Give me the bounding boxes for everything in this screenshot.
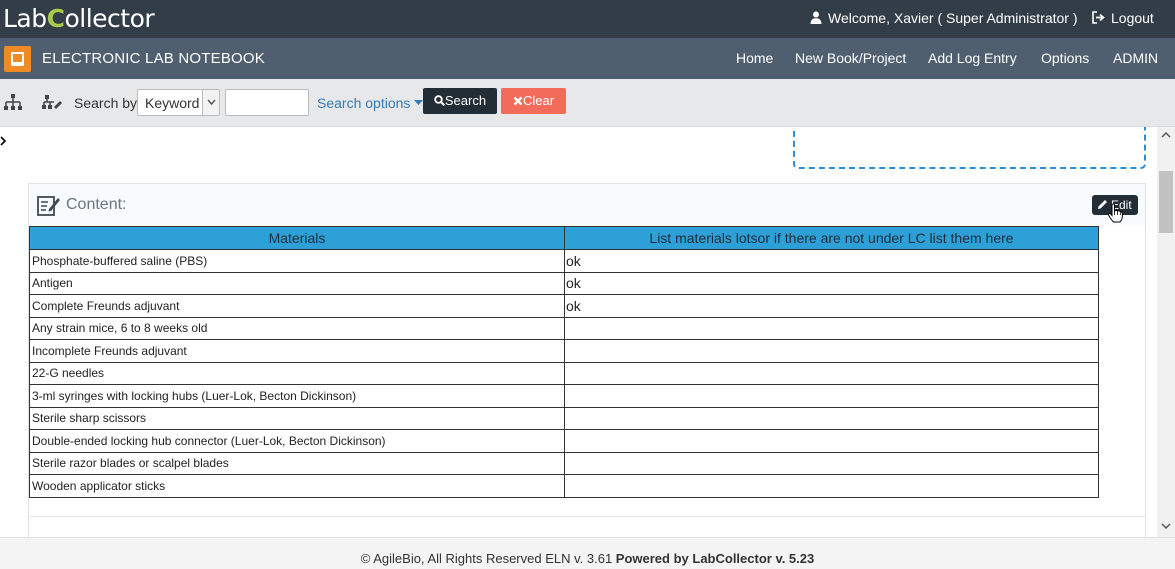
vertical-scrollbar[interactable] — [1157, 127, 1175, 537]
search-icon — [434, 95, 445, 107]
nav-options[interactable]: Options — [1041, 50, 1089, 66]
logout-link[interactable]: Logout — [1092, 9, 1154, 27]
content-area: Content: Edit Materials List materials l… — [0, 127, 1157, 537]
book-icon — [11, 52, 24, 66]
lot-cell — [564, 406, 1099, 430]
lot-cell: ok — [564, 271, 1099, 295]
top-bar: LabCollector Welcome, Xavier ( Super Adm… — [0, 0, 1175, 38]
welcome-text: Welcome, Xavier ( Super Administrator ) — [828, 10, 1078, 26]
materials-table-body: Phosphate-buffered saline (PBS) ok Antigen… — [29, 249, 1099, 498]
logo-text-ollector: ollector — [64, 4, 155, 33]
lot-cell — [564, 384, 1099, 408]
table-row: Antigen ok — [29, 271, 1099, 295]
logout-text: Logout — [1111, 10, 1154, 26]
scroll-thumb[interactable] — [1159, 171, 1173, 233]
nav-admin[interactable]: ADMIN — [1113, 50, 1158, 66]
lot-cell: ok — [564, 294, 1099, 318]
content-panel: Content: Edit Materials List materials l… — [28, 183, 1146, 537]
search-by-select[interactable]: Keyword — [137, 89, 220, 116]
content-panel-header: Content: Edit — [29, 184, 1145, 225]
clear-button[interactable]: Clear — [501, 88, 566, 114]
table-row: Wooden applicator sticks — [29, 474, 1099, 498]
table-row: Incomplete Freunds adjuvant — [29, 339, 1099, 363]
footer-powered-by: Powered by LabCollector v. 5.23 — [615, 551, 815, 566]
expand-arrow-icon[interactable] — [0, 136, 6, 146]
footer: © AgileBio, All Rights Reserved ELN v. 3… — [0, 537, 1175, 569]
nav-add-log-entry[interactable]: Add Log Entry — [928, 50, 1017, 66]
material-cell: 22-G needles — [29, 361, 565, 385]
lot-cell — [564, 429, 1099, 453]
table-row: Phosphate-buffered saline (PBS) ok — [29, 249, 1099, 273]
logout-icon — [1092, 11, 1105, 24]
table-row: Sterile razor blades or scalpel blades — [29, 451, 1099, 475]
welcome-user[interactable]: Welcome, Xavier ( Super Administrator ) — [810, 9, 1078, 27]
search-options-link[interactable]: Search options — [317, 95, 424, 111]
keyword-input[interactable] — [225, 89, 309, 116]
search-button[interactable]: Search — [423, 88, 497, 114]
material-cell: Sterile sharp scissors — [29, 406, 565, 430]
lot-cell — [564, 316, 1099, 340]
footer-copyright: © AgileBio, All Rights Reserved ELN v. 3… — [360, 551, 616, 566]
table-row: Complete Freunds adjuvant ok — [29, 294, 1099, 318]
material-cell: Phosphate-buffered saline (PBS) — [29, 249, 565, 273]
search-by-label: Search by — [74, 95, 138, 111]
table-row: Double-ended locking hub connector (Luer… — [29, 429, 1099, 453]
lot-cell: ok — [564, 249, 1099, 273]
material-cell: Antigen — [29, 271, 565, 295]
search-by-value: Keyword — [145, 95, 200, 111]
search-options-text: Search options — [317, 95, 411, 111]
caret-down-icon — [414, 100, 424, 105]
hierarchy-edit-icon[interactable] — [42, 93, 62, 113]
notebook-icon[interactable] — [4, 46, 31, 72]
lot-cell — [564, 361, 1099, 385]
content-title: Content: — [66, 196, 127, 213]
table-row: 3-ml syringes with locking hubs (Luer-Lo… — [29, 384, 1099, 408]
header-materials: Materials — [29, 226, 565, 250]
panel-divider — [29, 516, 1145, 517]
search-toolbar: Search by Keyword Search options Search … — [0, 79, 1175, 127]
table-row: Sterile sharp scissors — [29, 406, 1099, 430]
select-arrow — [202, 90, 219, 115]
scroll-up-icon[interactable] — [1161, 131, 1171, 139]
logo-text-c: C — [46, 4, 65, 33]
lot-cell — [564, 339, 1099, 363]
logo-text-lab: Lab — [3, 4, 47, 33]
drop-zone[interactable] — [793, 127, 1146, 169]
table-header-row: Materials List materials lotsor if there… — [29, 226, 1099, 250]
main-navbar: ELECTRONIC LAB NOTEBOOK Home New Book/Pr… — [0, 38, 1175, 79]
close-icon — [513, 96, 523, 106]
clear-button-label: Clear — [522, 93, 555, 108]
materials-table: Materials List materials lotsor if there… — [29, 226, 1099, 498]
material-cell: Wooden applicator sticks — [29, 474, 565, 498]
footer-text: © AgileBio, All Rights Reserved ELN v. 3… — [0, 551, 1175, 566]
nav-new-book-project[interactable]: New Book/Project — [795, 50, 906, 66]
sitemap-icon[interactable] — [3, 93, 23, 113]
scroll-down-icon[interactable] — [1161, 522, 1171, 530]
header-lots: List materials lotsor if there are not u… — [564, 226, 1099, 250]
hand-cursor-icon — [1107, 203, 1123, 223]
lot-cell — [564, 451, 1099, 475]
chevron-down-icon — [207, 99, 216, 106]
table-row: Any strain mice, 6 to 8 weeks old — [29, 316, 1099, 340]
table-row: 22-G needles — [29, 361, 1099, 385]
material-cell: Complete Freunds adjuvant — [29, 294, 565, 318]
labcollector-logo[interactable]: LabCollector — [3, 3, 155, 35]
material-cell: Double-ended locking hub connector (Luer… — [29, 429, 565, 453]
edit-note-icon — [37, 196, 60, 216]
search-button-label: Search — [444, 93, 487, 108]
material-cell: 3-ml syringes with locking hubs (Luer-Lo… — [29, 384, 565, 408]
material-cell: Sterile razor blades or scalpel blades — [29, 451, 565, 475]
material-cell: Incomplete Freunds adjuvant — [29, 339, 565, 363]
material-cell: Any strain mice, 6 to 8 weeks old — [29, 316, 565, 340]
nav-home[interactable]: Home — [736, 50, 773, 66]
app-title[interactable]: ELECTRONIC LAB NOTEBOOK — [42, 50, 265, 67]
user-icon — [810, 11, 822, 24]
lot-cell — [564, 474, 1099, 498]
